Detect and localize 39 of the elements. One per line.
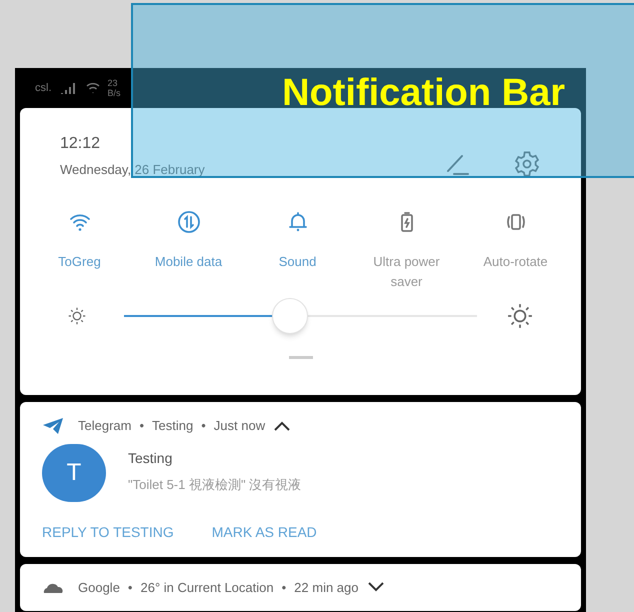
notification-card[interactable]: Telegram • Testing • Just now T Testing "Toilet 5-1 視液檢測" 沒有視液 REPLY TO TESTING MARK AS READ — [20, 402, 581, 556]
settings-icon[interactable] — [513, 150, 541, 178]
message-title: Testing — [128, 448, 174, 468]
carrier-label: csl. — [35, 80, 52, 96]
callout-label: Notification Bar — [282, 71, 565, 115]
quick-setting-tile[interactable]: Auto-rotate — [461, 210, 570, 292]
action-link[interactable]: REPLY TO TESTING — [42, 522, 174, 542]
up-down-arrows-icon — [176, 210, 200, 234]
low-brightness-icon — [68, 306, 86, 324]
date-label: Wednesday, 26 February — [60, 161, 205, 179]
wifi-status-icon — [86, 82, 100, 94]
notification-subject: 26° in Current Location — [140, 578, 274, 596]
brightness-slider[interactable] — [124, 298, 477, 334]
paper-plane-icon — [42, 416, 64, 435]
clock-time: 12:12 — [60, 134, 102, 154]
drag-handle[interactable] — [288, 356, 312, 358]
quick-setting-tile[interactable]: ToGreg — [25, 210, 134, 292]
slider-thumb[interactable] — [272, 298, 308, 334]
app-name: Telegram — [78, 417, 132, 435]
speed-unit: B/s — [108, 88, 121, 98]
notification-subject: Testing — [152, 417, 194, 435]
separator-dot: • — [128, 578, 132, 596]
app-name: Google — [78, 578, 120, 597]
speed-value: 23 — [108, 78, 119, 88]
separator-dot: • — [139, 417, 144, 435]
chevron-down-icon[interactable] — [366, 581, 384, 594]
quick-setting-tile[interactable]: Ultra power saver — [352, 210, 461, 292]
separator-dot: • — [201, 417, 206, 435]
notification-time: Just now — [214, 417, 266, 435]
signal-icon — [60, 82, 78, 94]
separator-dot: • — [282, 578, 286, 596]
notification-time: 22 min ago — [294, 578, 358, 597]
chevron-up-icon[interactable] — [273, 420, 292, 432]
action-link[interactable]: MARK AS READ — [212, 522, 317, 542]
quick-setting-tile[interactable]: Sound — [243, 210, 352, 292]
quick-setting-tile[interactable]: Mobile data — [134, 210, 243, 292]
message-text: "Toilet 5-1 視液檢測" 沒有視液 — [128, 476, 302, 494]
notification-card[interactable]: Google • 26° in Current Location • 22 min ago — [20, 564, 581, 611]
high-brightness-icon — [507, 302, 533, 328]
